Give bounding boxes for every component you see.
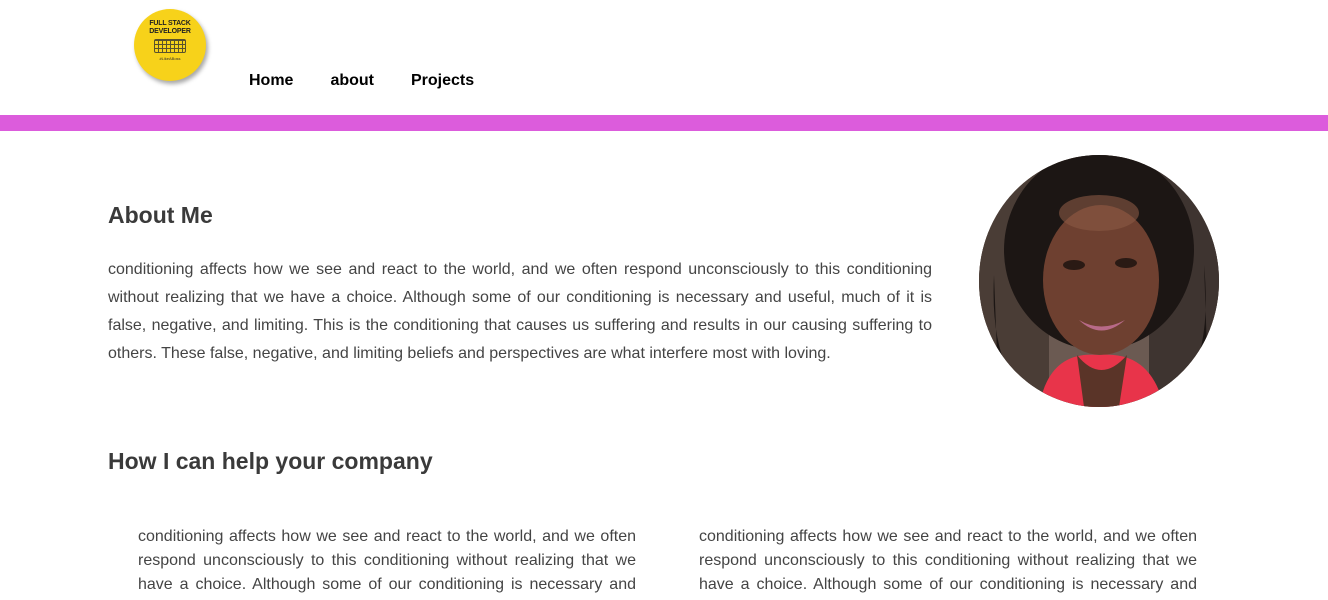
logo-tagline: #LikeABoss: [159, 56, 181, 61]
keyboard-icon: [154, 39, 186, 53]
about-title: About Me: [108, 202, 213, 228]
profile-photo: [979, 155, 1219, 407]
site-header: FULL STACK DEVELOPER #LikeABoss Home abo…: [0, 0, 1328, 115]
help-column-right: conditioning affects how we see and reac…: [699, 528, 1197, 593]
logo-line-1: FULL STACK: [149, 20, 191, 27]
help-column-left: conditioning affects how we see and reac…: [138, 528, 636, 593]
full-stack-developer-logo[interactable]: FULL STACK DEVELOPER #LikeABoss: [134, 9, 206, 81]
help-title: How I can help your company: [108, 448, 433, 474]
logo-line-2: DEVELOPER: [149, 28, 191, 35]
about-text: conditioning affects how we see and reac…: [108, 261, 932, 362]
nav-about-link[interactable]: about: [330, 72, 374, 90]
nav-projects-link[interactable]: Projects: [411, 72, 474, 90]
about-section: About Me conditioning affects how we see…: [0, 131, 1328, 437]
header-accent-bar: [0, 115, 1328, 131]
main-nav: Home about Projects: [249, 72, 511, 90]
profile-photo-image: [979, 155, 1219, 407]
nav-home-link[interactable]: Home: [249, 72, 293, 90]
